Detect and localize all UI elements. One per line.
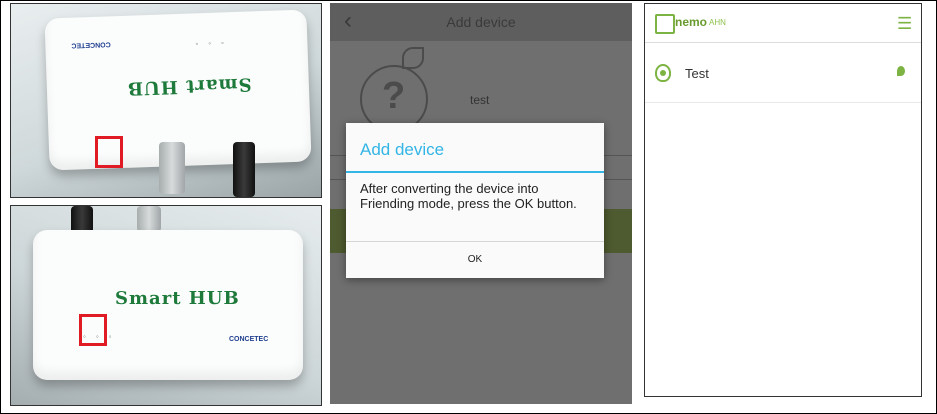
smart-hub-photo-top: CONCETEC ◦◦◦ Smart HUB <box>10 3 322 198</box>
add-device-dialog: Add device After converting the device i… <box>346 123 604 278</box>
button-highlight-box <box>95 136 123 168</box>
divider <box>645 102 921 103</box>
hub-title-label: Smart HUB <box>115 288 240 309</box>
status-icon <box>897 66 905 76</box>
hub-led-indicators: ◦◦◦ <box>195 38 235 49</box>
dialog-title-underline <box>346 171 604 173</box>
app-bar: ‹ Add device <box>330 3 632 41</box>
power-cable <box>233 142 255 197</box>
hub-title-label: Smart HUB <box>126 73 252 99</box>
button-highlight-box <box>79 314 107 346</box>
divider <box>645 42 921 43</box>
hub-brand-label: CONCETEC <box>229 336 269 343</box>
menu-icon[interactable]: ☰ <box>897 14 912 34</box>
add-device-screen: ‹ Add device ? test Add device After con… <box>330 3 632 404</box>
screen-title: Add device <box>446 14 516 30</box>
app-logo-icon <box>655 14 675 34</box>
ok-button[interactable]: OK <box>346 242 604 278</box>
smart-hub-photo-bottom: Smart HUB ◦◦◦ CONCETEC <box>10 205 322 406</box>
ethernet-cable <box>137 206 161 232</box>
app-logo-suffix: AHN <box>709 18 726 27</box>
app-logo-text: nemo <box>675 15 708 29</box>
leaf-icon <box>402 47 424 69</box>
dialog-message: After converting the device into Friendi… <box>360 181 577 211</box>
smart-hub-device: Smart HUB ◦◦◦ CONCETEC <box>33 230 303 380</box>
question-mark-icon: ? <box>382 75 406 117</box>
dialog-title: Add device <box>360 140 445 159</box>
list-item-label: Test <box>685 66 709 81</box>
hub-brand-label: CONCETEC <box>71 40 111 49</box>
ethernet-cable <box>159 142 185 194</box>
device-name: test <box>470 93 490 107</box>
device-list-screen: nemo AHN ☰ Test <box>644 3 922 397</box>
device-icon-dot <box>660 70 666 76</box>
